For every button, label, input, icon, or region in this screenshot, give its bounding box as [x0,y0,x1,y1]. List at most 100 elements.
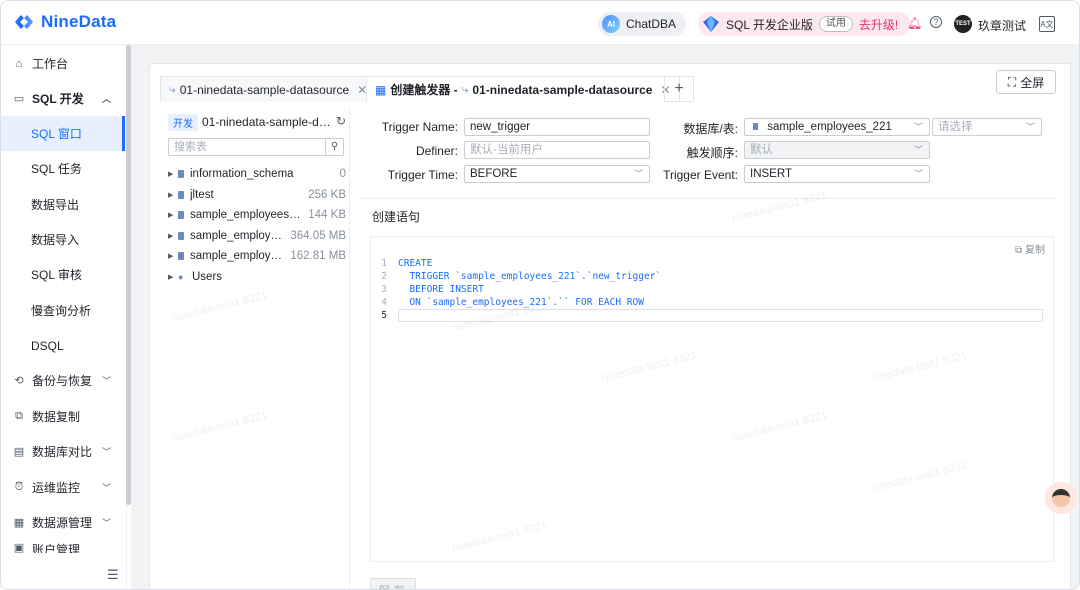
code-line: 5 [371,309,1053,322]
table-search-input[interactable]: 搜索表 ⚲ [168,138,344,156]
add-tab-button[interactable]: + [664,76,694,102]
connection-icon: ⤷ [461,82,469,96]
code-line: 3 BEFORE INSERT [371,283,1053,296]
tree-node-name: Users [192,271,223,283]
sidebar-item-monitoring[interactable]: ⏰︎ 运维监控 ﹀ [1,470,125,505]
chevron-down-icon: ﹀ [101,447,111,457]
compare-icon: ▤ [13,446,25,458]
caret-right-icon[interactable]: ▶ [168,170,178,178]
trigger-name-input[interactable]: new_trigger [464,118,650,136]
trigger-event-select[interactable]: INSERT ﹀ [744,165,930,183]
language-icon[interactable]: A文 [1039,16,1055,32]
sidebar-item-label: 账户管理 [32,543,81,553]
collapse-sidebar-icon[interactable]: ☰ [107,567,119,583]
sidebar-item-sql-review[interactable]: SQL 审核 [1,257,125,292]
chatdba-button[interactable]: AI ChatDBA [598,12,687,36]
assistant-avatar[interactable] [1045,482,1077,514]
refresh-icon[interactable]: ↻ [336,114,346,128]
notification-bell-icon[interactable]: 🔔︎ [907,16,922,30]
tab-create-trigger[interactable]: ▦ 创建触发器 - ⤷ 01-ninedata-sample-datasourc… [366,76,680,102]
sidebar-item-data-import[interactable]: 数据导入 [1,222,125,257]
divider [360,198,1056,199]
tab-datasource[interactable]: ⤷ 01-ninedata-sample-datasource ✕ [160,76,377,102]
table-icon: ▦ [375,82,387,97]
logo[interactable]: NineData [13,12,116,32]
sidebar-item-label: SQL 审核 [31,268,82,282]
definer-input[interactable]: 默认-当前用户 [464,141,650,159]
code-text: BEFORE INSERT [398,284,484,295]
chevron-down-icon: ﹀ [913,122,923,132]
upgrade-link[interactable]: 去升级! [859,16,898,33]
sidebar-item-sql-window[interactable]: SQL 窗口 [1,116,125,151]
tree-node[interactable]: ▶ sample_employees 162.81 MB [168,246,346,266]
sidebar-item-label: 运维监控 [32,481,81,495]
diamond-icon [703,16,719,32]
database-icon [178,211,184,219]
sidebar-item-label: 数据复制 [32,410,81,424]
sidebar-item-datasource[interactable]: ▦ 数据源管理 ﹀ [1,505,125,540]
code-line: 1 CREATE [371,257,1053,270]
database-icon [753,123,758,130]
sidebar-item-replication[interactable]: ⧉ 数据复制 [1,399,125,434]
search-placeholder: 搜索表 [174,141,207,153]
sidebar-item-sql-dev[interactable]: ▭ SQL 开发 ︿ [1,81,125,116]
caret-right-icon[interactable]: ▶ [168,191,178,199]
trigger-time-value: BEFORE [470,168,518,180]
tree-node-name: sample_employees_221 [190,209,303,221]
caret-right-icon[interactable]: ▶ [168,252,178,260]
tree-node[interactable]: ▶ jltest 256 KB [168,185,346,205]
copy-button[interactable]: ⧉ 复制 [1015,241,1045,256]
sidebar-item-sql-task[interactable]: SQL 任务 [1,151,125,186]
sidebar-item-dsql[interactable]: DSQL [1,328,125,363]
chevron-up-icon: ︿ [101,94,111,104]
caret-right-icon[interactable]: ▶ [168,273,178,281]
help-icon[interactable]: ? [930,16,942,28]
sidebar-item-data-export[interactable]: 数据导出 [1,187,125,222]
sidebar-item-slow-query[interactable]: 慢查询分析 [1,293,125,328]
user-name[interactable]: 玖章测试 [978,17,1026,34]
trigger-order-select[interactable]: 默认 ﹀ [744,141,930,159]
line-number: 4 [381,297,387,308]
sql-editor[interactable]: ⧉ 复制 1 CREATE 2 TRIGGER `sample_employee… [370,236,1054,562]
copy-icon: ⧉ [1015,245,1023,256]
trigger-order-value: 默认 [750,144,773,156]
avatar[interactable]: TEST [954,15,972,33]
sidebar-item-workbench[interactable]: ⌂ 工作台 [1,46,125,81]
code-text: TRIGGER `sample_employees_221`.`new_trig… [398,271,662,282]
caret-right-icon[interactable]: ▶ [168,211,178,219]
db-table-label: 数据库/表: [683,122,738,136]
copy-icon: ⧉ [15,410,23,422]
tree-node[interactable]: ▶ sample_employees_221 144 KB [168,205,346,225]
app-window: NineData AI ChatDBA SQL 开发企业版 试用 去升级! 🔔︎… [0,0,1080,590]
tree-node-size: 162.81 MB [290,250,346,262]
database-select[interactable]: sample_employees_221 ﹀ [744,118,930,136]
sidebar-item-compare[interactable]: ▤ 数据库对比 ﹀ [1,434,125,469]
table-select[interactable]: 请选择 ﹀ [932,118,1042,136]
trigger-event-label: Trigger Event: [663,168,738,182]
assistant-face-icon [1052,489,1070,507]
trigger-time-select[interactable]: BEFORE ﹀ [464,165,650,183]
trigger-order-label: 触发顺序: [686,146,738,160]
search-icon[interactable]: ⚲ [325,139,343,155]
caret-right-icon[interactable]: ▶ [168,232,178,240]
sidebar-item-account[interactable]: ▣ 账户管理 [1,541,125,553]
edition-banner[interactable]: SQL 开发企业版 试用 去升级! [698,12,911,36]
save-button[interactable]: 保存 [370,578,416,589]
user-icon: ● [178,271,184,282]
sidebar-item-label: 备份与恢复 [32,374,93,388]
database-icon [178,191,184,199]
tree-node[interactable]: ▶ information_schema 0 [168,164,346,184]
chevron-down-icon: ﹀ [101,376,111,386]
fullscreen-button[interactable]: ⛶ 全屏 [996,70,1056,94]
workspace-panel: ⤷ 01-ninedata-sample-datasource ✕ ▦ 创建触发… [149,63,1071,589]
chatdba-label: ChatDBA [626,17,677,31]
chevron-down-icon: ﹀ [913,145,923,155]
tree-node-name: jltest [190,189,214,201]
chevron-down-icon: ﹀ [101,483,111,493]
sidebar-item-backup[interactable]: ⟲ 备份与恢复 ﹀ [1,363,125,398]
tree-node[interactable]: ▶ ● Users [168,267,346,287]
tree-node-size: 0 [339,168,346,180]
datasource-name[interactable]: 01-ninedata-sample-datasource [202,115,337,129]
sidebar-item-label: 数据导入 [31,233,80,247]
tree-node[interactable]: ▶ sample_employees_3 364.05 MB [168,226,346,246]
